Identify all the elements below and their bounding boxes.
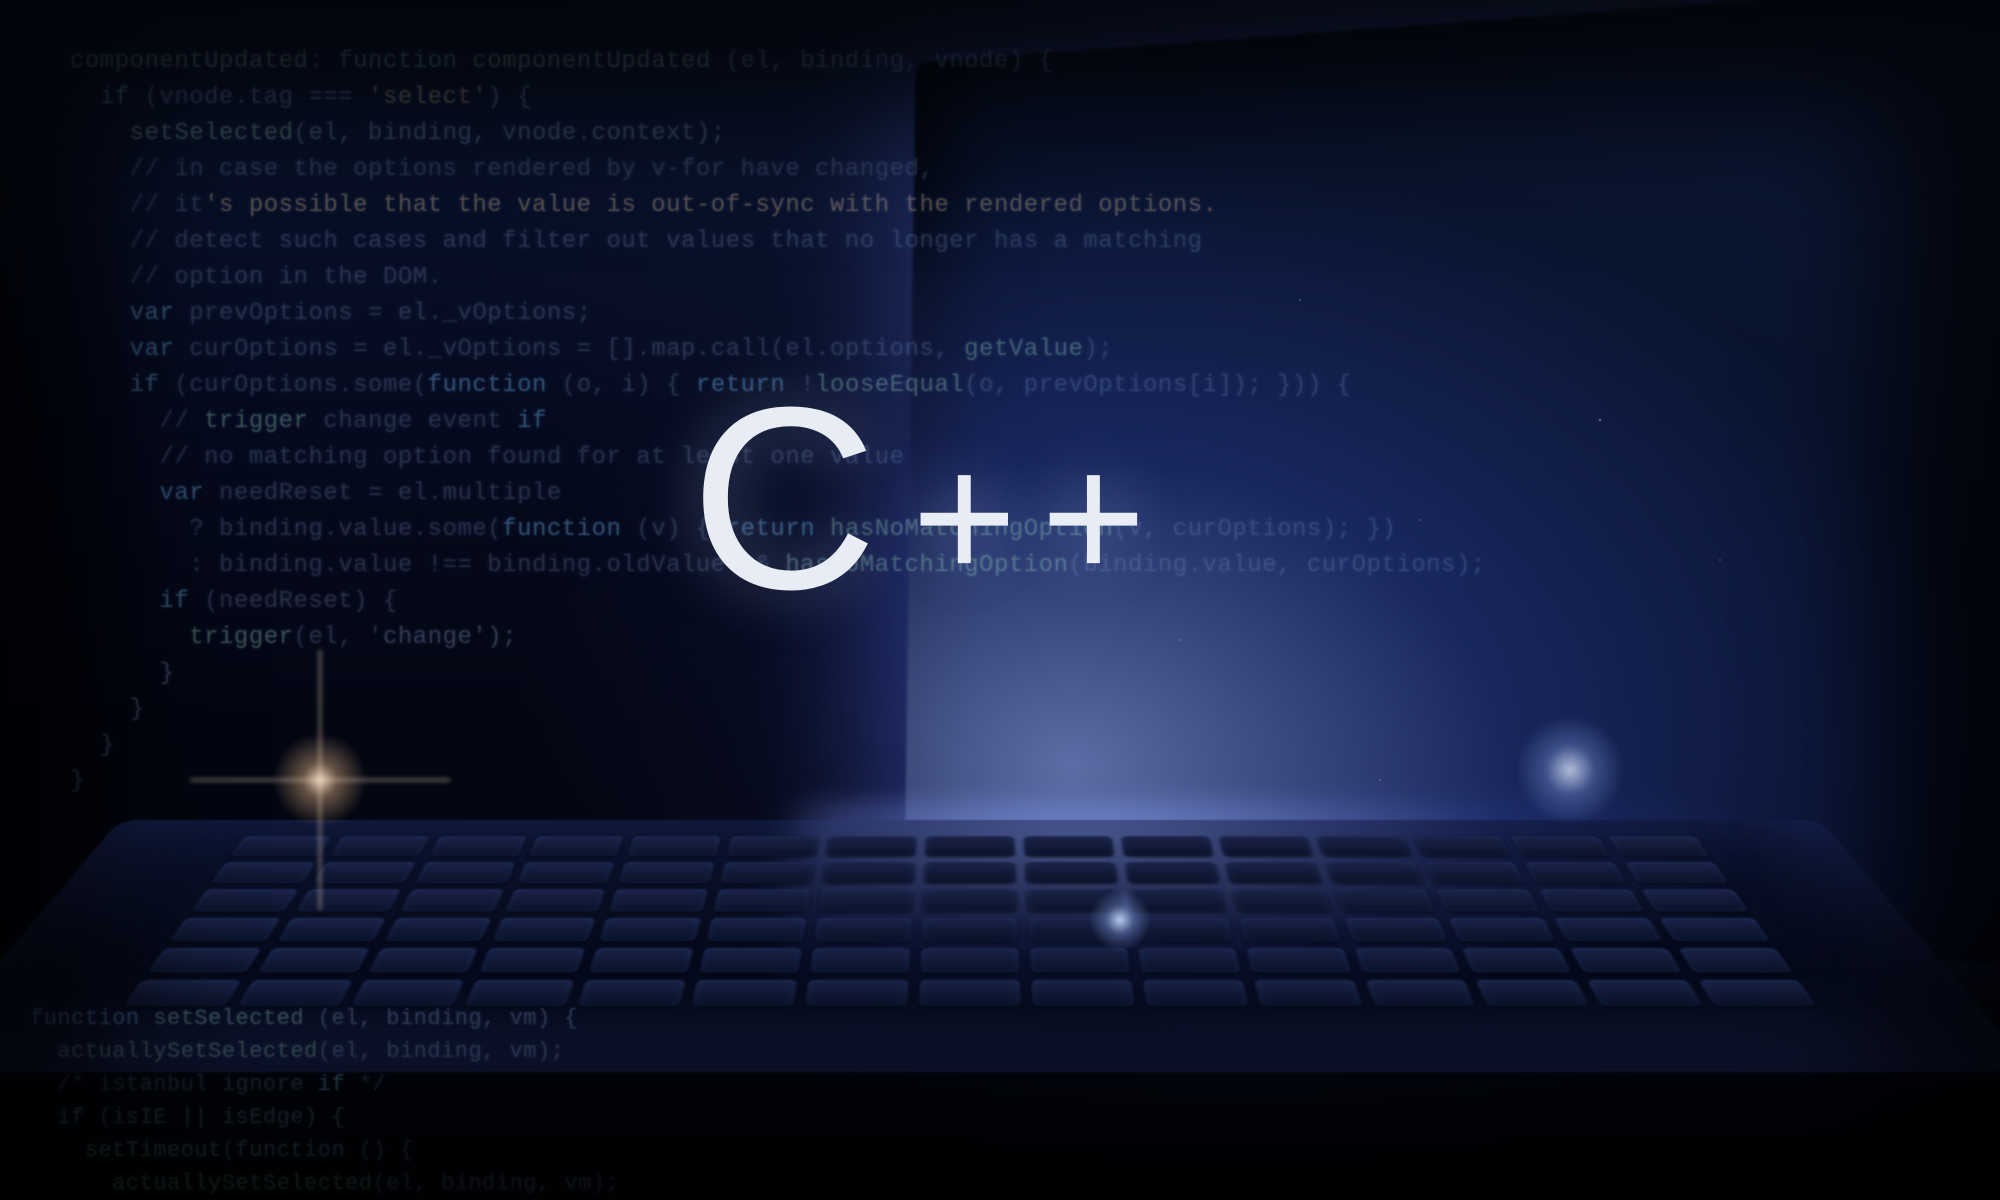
laptop-keyboard: [0, 820, 2000, 1072]
hero-image: componentUpdated: function componentUpda…: [0, 0, 2000, 1200]
cpp-letter-c: C: [690, 350, 884, 649]
keyboard-keys: [123, 836, 1817, 1006]
